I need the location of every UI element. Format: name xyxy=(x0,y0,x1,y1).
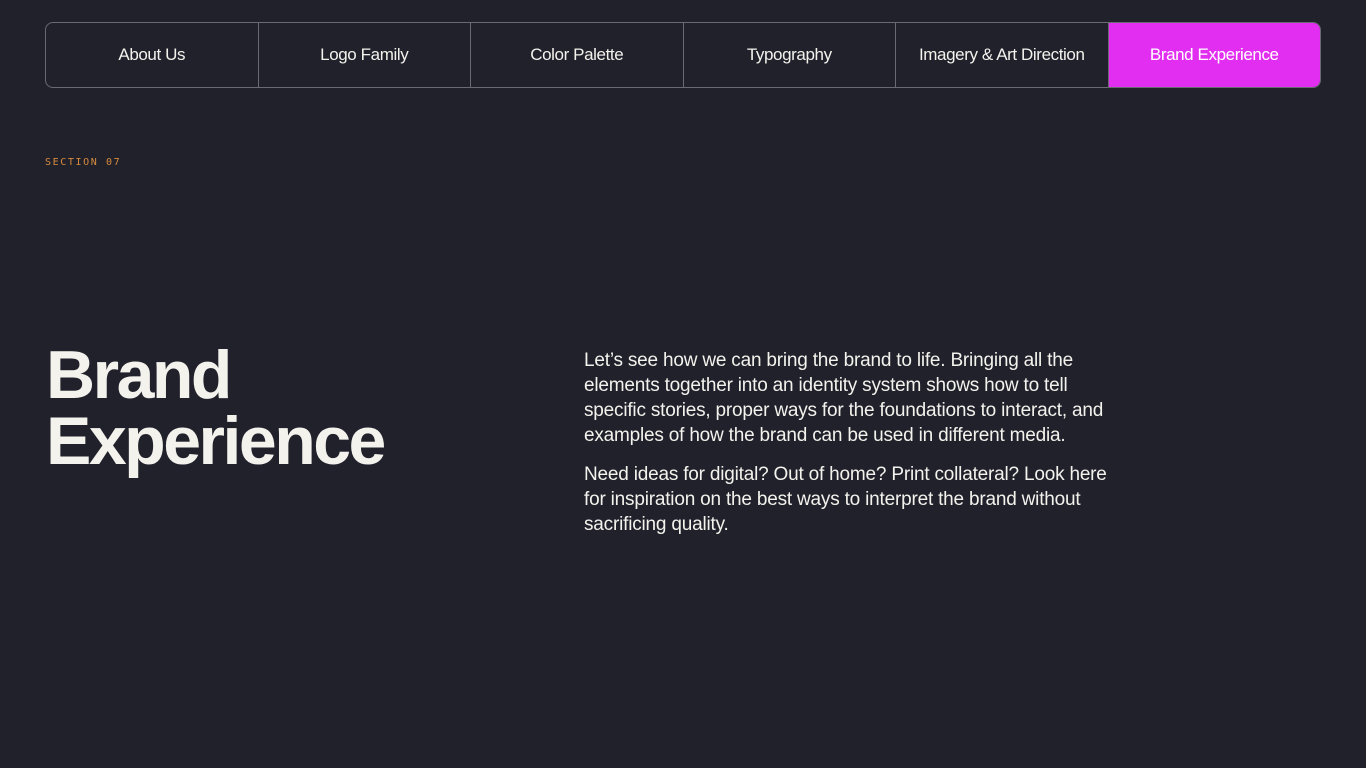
tab-imagery-art-direction[interactable]: Imagery & Art Direction xyxy=(896,23,1109,87)
tab-brand-experience[interactable]: Brand Experience xyxy=(1108,23,1320,87)
tab-logo-family[interactable]: Logo Family xyxy=(259,23,471,87)
page-title-line-2: Experience xyxy=(46,403,386,479)
page-title: Brand Experience xyxy=(46,337,386,479)
section-nav: About Us Logo Family Color Palette Typog… xyxy=(45,22,1321,88)
tab-color-palette[interactable]: Color Palette xyxy=(471,23,684,87)
tab-typography[interactable]: Typography xyxy=(684,23,896,87)
intro-paragraph-2: Need ideas for digital? Out of home? Pri… xyxy=(584,464,1107,535)
tab-about-us[interactable]: About Us xyxy=(46,23,259,87)
page-title-line-1: Brand xyxy=(46,337,232,413)
intro-copy: Let’s see how we can bring the brand to … xyxy=(584,348,1114,551)
section-label: SECTION 07 xyxy=(45,157,122,168)
intro-paragraph-1: Let’s see how we can bring the brand to … xyxy=(584,350,1104,446)
